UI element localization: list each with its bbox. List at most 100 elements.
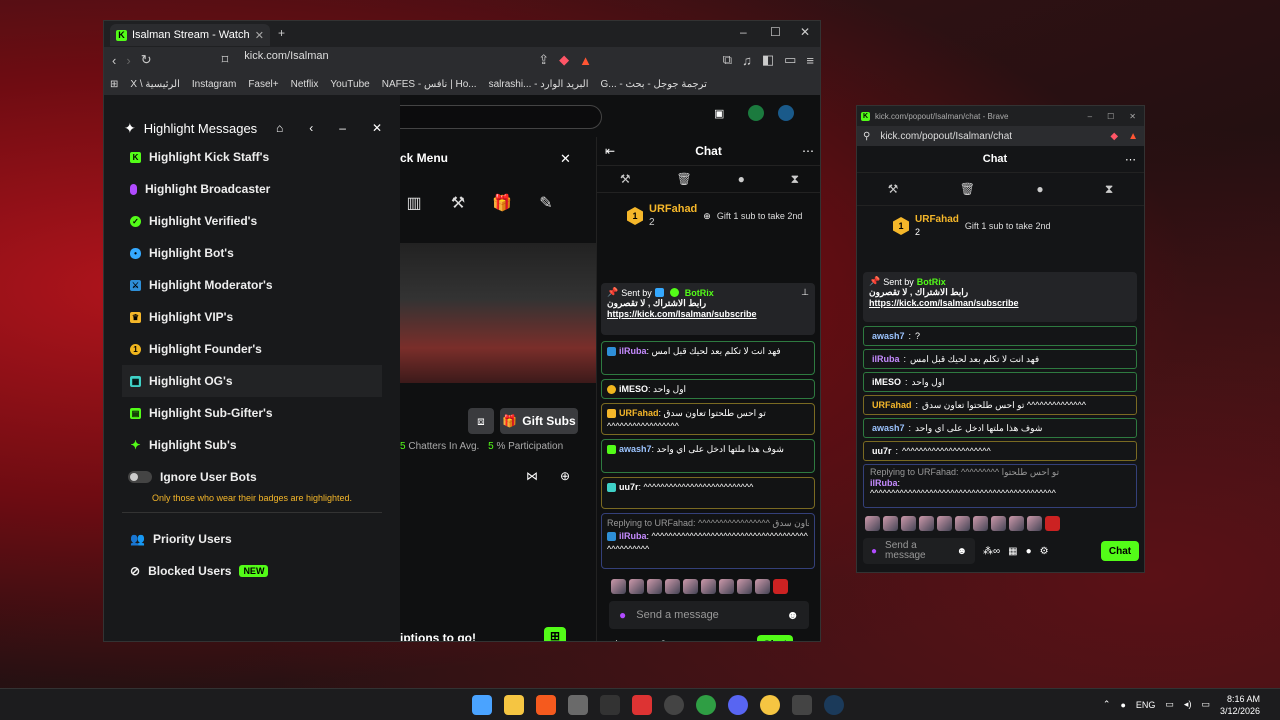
highlight-moderators[interactable]: ⚔ Highlight Moderator's bbox=[104, 269, 400, 301]
bookmark-fasel[interactable]: Fasel+ bbox=[248, 79, 278, 90]
theater-icon[interactable]: ▣ bbox=[714, 107, 724, 120]
settings-icon[interactable]: ⚙ bbox=[737, 639, 747, 642]
quick-menu-close-icon[interactable]: ✕ bbox=[560, 151, 571, 167]
priority-users-item[interactable]: 👥 Priority Users bbox=[104, 523, 400, 555]
mic-tray-icon[interactable]: ● bbox=[1120, 700, 1125, 710]
menu-icon[interactable]: ≡ bbox=[806, 53, 814, 68]
chat-settings-bubble-icon[interactable]: ● bbox=[720, 639, 727, 641]
language-indicator[interactable]: ENG bbox=[1136, 700, 1156, 710]
pinned-link[interactable]: https://kick.com/Isalman/subscribe bbox=[869, 298, 1131, 308]
emote-icon[interactable] bbox=[755, 579, 770, 594]
extensions-icon[interactable]: ⧉ bbox=[723, 52, 732, 68]
media-icon[interactable]: ♫ bbox=[742, 53, 752, 68]
emote-icon[interactable] bbox=[737, 579, 752, 594]
popout-message[interactable]: iMESO: اول واحد bbox=[863, 372, 1137, 392]
chat-send-button[interactable]: Chat bbox=[756, 635, 793, 641]
highlight-subs[interactable]: ✦ Highlight Sub's bbox=[104, 429, 400, 461]
highlight-bots[interactable]: • Highlight Bot's bbox=[104, 237, 400, 269]
more-icon[interactable]: ⋯ bbox=[1125, 153, 1136, 166]
back-icon[interactable]: ‹ bbox=[309, 121, 313, 135]
terminal-icon[interactable] bbox=[792, 694, 812, 715]
bubble-icon[interactable]: ● bbox=[1026, 546, 1032, 557]
url-field[interactable]: kick.com/Isalman bbox=[238, 50, 529, 70]
pinned-link[interactable]: https://kick.com/Isalman/subscribe bbox=[607, 309, 809, 319]
brave-shield-icon[interactable]: ◆ bbox=[1110, 131, 1118, 142]
store-icon[interactable]: ▦ bbox=[640, 639, 650, 642]
forward-icon[interactable]: › bbox=[126, 53, 130, 68]
app-icon[interactable] bbox=[600, 694, 620, 715]
chrome-icon[interactable] bbox=[696, 694, 716, 715]
network-icon[interactable]: ▭ bbox=[1165, 699, 1174, 710]
home-icon[interactable]: ⌂ bbox=[276, 121, 283, 135]
bookmark-translate[interactable]: G... - ترجمة جوجل - بحث bbox=[601, 79, 707, 90]
steam-icon[interactable] bbox=[824, 694, 844, 715]
sidebar-icon[interactable]: ◧ bbox=[762, 52, 774, 68]
unpin-icon[interactable]: ⊥ bbox=[801, 287, 809, 298]
pinned-message[interactable]: 📌 Sent by BotRix ⊥ رابط الاشتراك , لا تقصرو… bbox=[601, 283, 815, 335]
highlight-broadcaster[interactable]: Highlight Broadcaster bbox=[104, 173, 400, 205]
close-icon[interactable]: ✕ bbox=[1129, 112, 1136, 121]
popout-message[interactable]: ilRuba: فهد انت لا تكلم بعد لحيك قبل امس bbox=[863, 349, 1137, 369]
bookmark-youtube[interactable]: YouTube bbox=[330, 79, 369, 90]
bookmark-x[interactable]: X \ الرئيسية bbox=[130, 79, 179, 90]
share-icon[interactable]: ⋈ bbox=[526, 469, 538, 483]
emote-icon[interactable] bbox=[1027, 516, 1042, 531]
store-icon[interactable] bbox=[568, 694, 588, 715]
search-bar[interactable] bbox=[374, 105, 602, 129]
battery-icon[interactable]: ▭ bbox=[1201, 699, 1210, 710]
chat-message[interactable]: awash7: شوف هذا ملتها ادخل على اي واحد bbox=[601, 439, 815, 473]
popout-url[interactable]: kick.com/popout/Isalman/chat bbox=[880, 131, 1012, 142]
discord-icon[interactable] bbox=[728, 694, 748, 715]
minimize-panel-icon[interactable]: – bbox=[339, 121, 346, 135]
hammer-icon[interactable]: ⚒ bbox=[620, 172, 631, 186]
brave-rewards-icon[interactable]: ▲ bbox=[1128, 131, 1138, 142]
chat-message[interactable]: iMESO: اول واحد bbox=[601, 379, 815, 399]
emote-icon[interactable] bbox=[955, 516, 970, 531]
hammer-icon[interactable]: ⚒ bbox=[888, 182, 899, 196]
emote-icon[interactable] bbox=[719, 579, 734, 594]
points-icon[interactable]: ⁂∞ bbox=[611, 639, 630, 642]
clock[interactable]: 8:16 AM 3/12/2026 bbox=[1220, 693, 1260, 717]
brave-shield-icon[interactable]: ◆ bbox=[559, 52, 569, 68]
emote-icon[interactable] bbox=[629, 579, 644, 594]
emote-icon[interactable] bbox=[901, 516, 916, 531]
pdf-icon[interactable] bbox=[632, 694, 652, 715]
timer-icon[interactable]: ⧗ bbox=[791, 172, 799, 187]
stream-preview[interactable] bbox=[400, 243, 596, 383]
new-tab-icon[interactable]: + bbox=[278, 26, 285, 40]
brave-icon[interactable] bbox=[536, 694, 556, 715]
minimize-icon[interactable]: – bbox=[1088, 112, 1092, 121]
emote-icon[interactable] bbox=[883, 516, 898, 531]
popout-chat-button[interactable]: Chat bbox=[1101, 541, 1139, 561]
close-tab-icon[interactable]: ✕ bbox=[255, 29, 264, 42]
chat-more-icon[interactable]: ⋯ bbox=[802, 144, 814, 158]
file-explorer-icon[interactable] bbox=[504, 694, 524, 715]
reload-icon[interactable]: ↻ bbox=[141, 52, 152, 68]
browser-tab[interactable]: K Isalman Stream - Watch Live ✕ bbox=[110, 24, 270, 46]
popout-reply-message[interactable]: Replying to URFahad: ^^^^^^^^^ تو احس طل… bbox=[863, 464, 1137, 508]
chat-message[interactable]: uu7r: ^^^^^^^^^^^^^^^^^^^^^^^^^^ bbox=[601, 477, 815, 509]
volume-icon[interactable]: ◂) bbox=[1184, 699, 1192, 710]
popout-chat-input[interactable]: ● Send a message ☻ bbox=[863, 538, 975, 564]
emote-icon[interactable] bbox=[683, 579, 698, 594]
bookmark-icon[interactable]: ⌑ bbox=[222, 52, 229, 68]
user-avatar-icon[interactable] bbox=[748, 105, 764, 121]
chat-bubble-icon[interactable]: ● bbox=[1036, 182, 1043, 196]
points-icon[interactable]: ⁂∞ bbox=[983, 546, 1000, 557]
highlight-ogs[interactable]: ▦ Highlight OG's bbox=[122, 365, 382, 397]
collapse-chat-icon[interactable]: ⇤ bbox=[605, 144, 615, 158]
trash-icon[interactable]: 🗑 bbox=[677, 172, 692, 186]
highlight-verified[interactable]: ✓ Highlight Verified's bbox=[104, 205, 400, 237]
emote-icon[interactable] bbox=[991, 516, 1006, 531]
minimize-icon[interactable]: – bbox=[740, 25, 747, 39]
hammer-icon[interactable]: ⚒ bbox=[448, 193, 468, 213]
close-window-icon[interactable]: ✕ bbox=[800, 25, 810, 39]
app2-icon[interactable] bbox=[760, 694, 780, 715]
stats-icon[interactable]: ▥ bbox=[404, 193, 424, 213]
apps-icon[interactable]: ⊞ bbox=[110, 79, 118, 90]
emote-icon[interactable] bbox=[937, 516, 952, 531]
popout-message[interactable]: uu7r: ^^^^^^^^^^^^^^^^^^^^^ bbox=[863, 441, 1137, 461]
store-icon[interactable]: ▦ bbox=[1008, 546, 1017, 557]
chat-message-reply[interactable]: Replying to URFahad: ^^^^^^^^^^^^^^^^^ ت… bbox=[601, 513, 815, 569]
emote-icon[interactable] bbox=[647, 579, 662, 594]
